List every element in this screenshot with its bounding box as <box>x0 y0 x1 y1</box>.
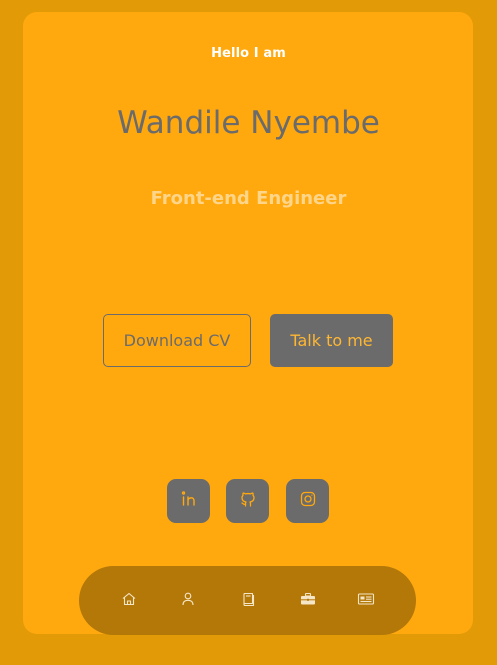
greeting-text: Hello I am <box>211 46 286 61</box>
github-icon <box>239 490 257 512</box>
linkedin-button[interactable] <box>167 479 210 523</box>
nav-home[interactable] <box>119 591 139 611</box>
nav-experience[interactable] <box>239 591 259 611</box>
home-icon <box>121 591 137 611</box>
nav-portfolio[interactable] <box>298 591 318 611</box>
linkedin-icon <box>180 490 198 512</box>
github-button[interactable] <box>226 479 269 523</box>
person-name: Wandile Nyembe <box>117 105 380 141</box>
nav-about[interactable] <box>178 591 198 611</box>
bottom-nav <box>79 566 416 635</box>
job-title: Front-end Engineer <box>150 188 347 209</box>
briefcase-icon <box>299 591 317 611</box>
book-icon <box>241 591 257 611</box>
download-cv-button[interactable]: Download CV <box>103 314 251 367</box>
user-icon <box>180 591 196 611</box>
instagram-icon <box>299 490 317 512</box>
nav-contact[interactable] <box>356 591 376 611</box>
talk-to-me-button[interactable]: Talk to me <box>270 314 393 367</box>
instagram-button[interactable] <box>286 479 329 523</box>
message-icon <box>357 591 375 611</box>
